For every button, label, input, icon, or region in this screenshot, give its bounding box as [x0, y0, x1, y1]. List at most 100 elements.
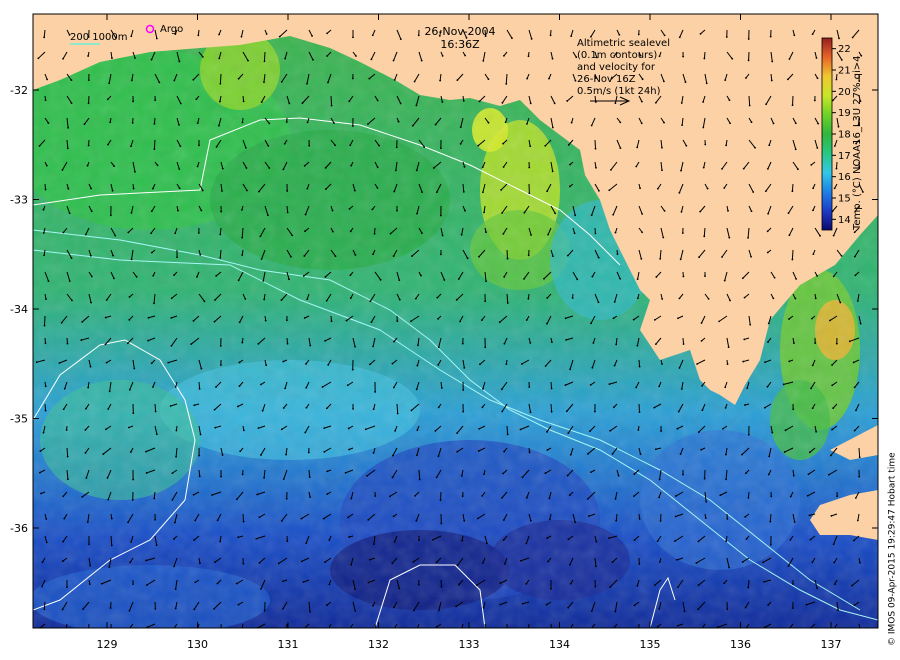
velocity-arrow-head — [435, 561, 438, 564]
velocity-arrow-head — [242, 562, 245, 565]
velocity-arrow-head — [62, 408, 65, 411]
velocity-arrow-head — [130, 212, 133, 214]
velocity-arrow-head — [527, 632, 529, 634]
velocity-arrow-head — [328, 583, 331, 586]
velocity-arrow-head — [764, 190, 767, 193]
velocity-arrow-head — [678, 36, 681, 39]
velocity-arrow-head — [437, 346, 440, 349]
velocity-arrow-head — [682, 55, 685, 58]
velocity-arrow-head — [574, 214, 577, 217]
velocity-arrow-head — [569, 368, 571, 371]
velocity-arrow-head — [127, 231, 130, 234]
velocity-arrow-head — [771, 60, 774, 63]
velocity-arrow-head — [302, 628, 304, 630]
velocity-arrow-head — [704, 143, 707, 146]
velocity-arrow — [835, 161, 838, 169]
velocity-arrow-head — [840, 59, 843, 61]
velocity-arrow-head — [376, 99, 379, 102]
velocity-arrow-head — [193, 404, 196, 407]
velocity-arrow-head — [193, 608, 196, 611]
velocity-arrow-head — [638, 563, 641, 565]
velocity-arrow-head — [749, 323, 752, 326]
velocity-arrow-head — [741, 561, 744, 563]
velocity-arrow-head — [503, 275, 506, 278]
velocity-arrow-head — [501, 101, 504, 104]
velocity-arrow-head — [704, 517, 707, 519]
velocity-arrow-head — [723, 582, 726, 585]
velocity-arrow-head — [87, 102, 90, 105]
velocity-arrow-head — [246, 189, 248, 192]
velocity-arrow-head — [576, 278, 579, 281]
velocity-arrow-head — [676, 427, 679, 430]
velocity-arrow-head — [170, 317, 173, 319]
velocity-arrow-head — [810, 163, 813, 166]
velocity-arrow-head — [354, 610, 357, 612]
velocity-arrow — [396, 403, 399, 414]
velocity-arrow-head — [567, 538, 570, 541]
velocity-arrow-head — [90, 210, 93, 213]
velocity-arrow-head — [529, 411, 532, 414]
velocity-arrow-head — [284, 387, 287, 390]
velocity-arrow-head — [372, 253, 374, 256]
velocity-arrow — [330, 95, 333, 106]
velocity-arrow-head — [108, 82, 111, 85]
velocity-arrow-head — [767, 473, 770, 476]
velocity-arrow-head — [129, 451, 132, 453]
velocity-arrow-head — [726, 518, 729, 520]
velocity-arrow-head — [238, 385, 241, 388]
velocity-arrow-head — [240, 35, 243, 38]
y-tick-label: -32 — [10, 84, 28, 97]
velocity-arrow-head — [750, 121, 753, 124]
velocity-arrow-head — [398, 587, 401, 590]
velocity-arrow-head — [859, 561, 861, 564]
velocity-arrow-head — [196, 165, 199, 168]
velocity-arrow-head — [837, 125, 840, 128]
velocity-arrow-head — [529, 519, 532, 522]
altimetry-line-5: 0.5m/s (1kt 24h) — [577, 86, 661, 97]
velocity-arrow-head — [835, 342, 838, 345]
colorbar-gradient — [821, 37, 833, 231]
velocity-arrow-head — [594, 585, 597, 588]
velocity-arrow-head — [145, 584, 148, 587]
velocity-arrow-head — [369, 300, 372, 303]
velocity-arrow-head — [829, 454, 832, 457]
velocity-arrow-head — [257, 343, 260, 345]
velocity-arrow-head — [200, 209, 203, 212]
velocity-arrow-head — [105, 299, 108, 301]
velocity-arrow-head — [416, 212, 418, 215]
velocity-arrow-head — [174, 386, 177, 388]
velocity-arrow-head — [108, 566, 111, 568]
velocity-arrow — [858, 447, 861, 458]
velocity-arrow-head — [151, 187, 154, 190]
velocity-arrow-head — [635, 165, 638, 168]
velocity-arrow-head — [238, 321, 241, 324]
velocity-arrow-head — [700, 448, 703, 451]
velocity-arrow-head — [173, 79, 176, 82]
velocity-arrow-head — [546, 297, 549, 299]
velocity-arrow-head — [255, 537, 258, 540]
velocity-arrow-head — [521, 602, 524, 605]
velocity-arrow-head — [40, 492, 42, 495]
velocity-arrow-head — [567, 432, 570, 435]
velocity-arrow-head — [344, 471, 347, 474]
velocity-arrow-head — [109, 607, 112, 609]
velocity-arrow-head — [158, 81, 161, 84]
velocity-arrow-head — [439, 79, 442, 82]
velocity-arrow-head — [462, 191, 465, 193]
velocity-arrow-head — [703, 477, 706, 480]
velocity-arrow-head — [435, 191, 438, 194]
velocity-arrow-head — [111, 189, 114, 192]
velocity-arrow-head — [439, 499, 442, 502]
velocity-arrow-head — [197, 34, 200, 37]
velocity-arrow-head — [725, 36, 728, 38]
velocity-arrow-head — [415, 104, 418, 107]
velocity-arrow-head — [570, 35, 573, 38]
velocity-arrow-head — [303, 317, 306, 319]
x-tick-label: 132 — [368, 638, 389, 651]
velocity-arrow-head — [372, 452, 375, 454]
velocity-arrow-head — [853, 231, 856, 234]
velocity-arrow-head — [721, 167, 723, 170]
velocity-arrow-head — [811, 33, 814, 36]
colorbar-tick-label: 18 — [838, 130, 851, 141]
velocity-arrow-head — [478, 427, 481, 430]
